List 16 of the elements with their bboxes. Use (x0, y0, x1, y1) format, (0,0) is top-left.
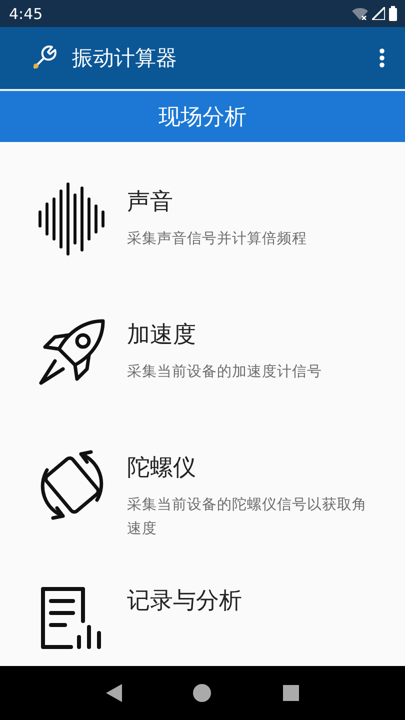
wifi-off-icon (352, 7, 368, 20)
item-title[interactable]: 记录与分析 (127, 585, 242, 616)
recents-icon[interactable] (283, 685, 300, 701)
back-icon[interactable] (106, 684, 122, 702)
item-title[interactable]: 加速度 (127, 319, 322, 350)
signal-icon (372, 7, 385, 20)
battery-icon (389, 6, 397, 21)
status-time: 4:45 (9, 4, 43, 22)
item-description: 采集声音信号并计算倍频程 (127, 230, 307, 249)
app-title: 振动计算器 (72, 45, 178, 72)
section-title: 现场分析 (158, 104, 246, 132)
home-icon[interactable] (193, 684, 212, 702)
item-title[interactable]: 声音 (127, 186, 307, 217)
item-description: 采集当前设备的陀螺仪信号以获取角速度 (127, 496, 368, 539)
item-title[interactable]: 陀螺仪 (127, 452, 375, 483)
item-description: 采集当前设备的加速度计信号 (127, 362, 322, 382)
